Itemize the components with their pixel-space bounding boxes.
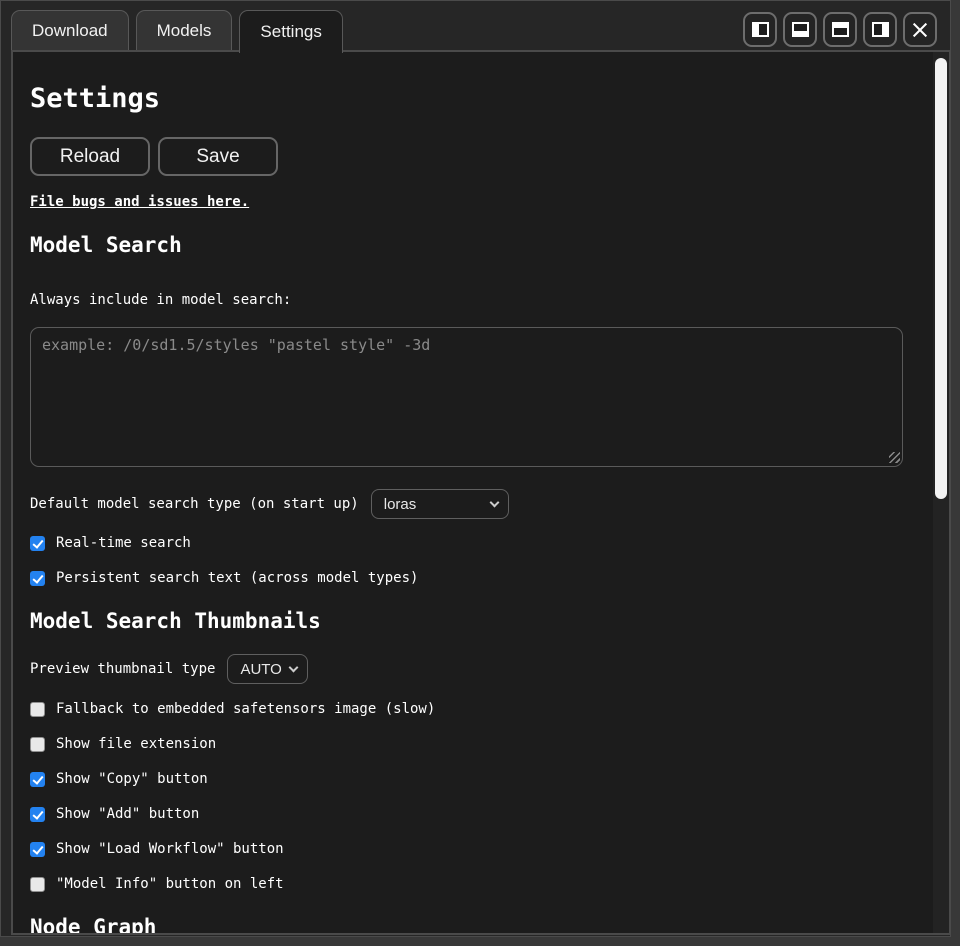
dock-bottom-button[interactable] [783, 12, 817, 47]
checkbox-row-realtime-search: Real-time search [30, 536, 903, 551]
chevron-down-icon [489, 497, 499, 507]
checkbox-label: Fallback to embedded safetensors image (… [56, 702, 435, 717]
dock-left-icon [752, 22, 769, 37]
always-include-textarea[interactable] [30, 327, 903, 467]
checkbox-label: "Model Info" button on left [56, 877, 284, 892]
default-search-type-label: Default model search type (on start up) [30, 496, 359, 512]
default-search-type-select[interactable]: loras [371, 489, 509, 519]
checkbox-row-model-info-left: "Model Info" button on left [30, 877, 903, 892]
tab-models[interactable]: Models [136, 10, 233, 50]
persistent-search-checkbox[interactable] [30, 571, 45, 586]
checkbox-row-show-add-button: Show "Add" button [30, 807, 903, 822]
show-add-button-checkbox[interactable] [30, 807, 45, 822]
scrollbar-track[interactable] [933, 52, 949, 933]
show-file-extension-checkbox[interactable] [30, 737, 45, 752]
issues-link[interactable]: File bugs and issues here. [30, 194, 249, 210]
reload-button[interactable]: Reload [30, 137, 150, 176]
section-heading-thumbnails: Model Search Thumbnails [30, 609, 903, 633]
scrollbar-thumb[interactable] [935, 58, 947, 499]
resize-grip-icon[interactable] [889, 452, 900, 463]
show-load-workflow-checkbox[interactable] [30, 842, 45, 857]
default-search-type-value: loras [384, 496, 417, 513]
settings-panel: Settings Reload Save File bugs and issue… [11, 50, 951, 935]
action-buttons: Reload Save [30, 137, 903, 176]
preview-thumbnail-type-label: Preview thumbnail type [30, 661, 215, 677]
always-include-label: Always include in model search: [30, 293, 903, 308]
checkbox-label: Real-time search [56, 536, 191, 551]
checkbox-label: Show "Add" button [56, 807, 199, 822]
settings-content: Settings Reload Save File bugs and issue… [13, 52, 949, 935]
show-copy-button-checkbox[interactable] [30, 772, 45, 787]
always-include-field [30, 327, 903, 467]
realtime-search-checkbox[interactable] [30, 536, 45, 551]
dock-right-button[interactable] [863, 12, 897, 47]
close-button[interactable] [903, 12, 937, 47]
checkbox-label: Persistent search text (across model typ… [56, 571, 418, 586]
checkbox-label: Show "Copy" button [56, 772, 208, 787]
dock-right-icon [872, 22, 889, 37]
checkbox-label: Show "Load Workflow" button [56, 842, 284, 857]
checkbox-row-show-file-extension: Show file extension [30, 737, 903, 752]
checkbox-row-fallback-safetensors: Fallback to embedded safetensors image (… [30, 702, 903, 717]
checkbox-label: Show file extension [56, 737, 216, 752]
preview-thumbnail-type-select[interactable]: AUTO [227, 654, 308, 684]
save-button[interactable]: Save [158, 137, 278, 176]
window-controls [743, 12, 937, 47]
dock-top-icon [832, 22, 849, 37]
default-search-type-row: Default model search type (on start up) … [30, 489, 903, 519]
chevron-down-icon [289, 662, 299, 672]
section-heading-node-graph: Node Graph [30, 915, 903, 935]
page-title: Settings [30, 84, 903, 114]
preview-thumbnail-type-row: Preview thumbnail type AUTO [30, 654, 903, 684]
close-icon [911, 21, 929, 39]
dock-left-button[interactable] [743, 12, 777, 47]
tab-settings[interactable]: Settings [239, 10, 342, 53]
fallback-safetensors-checkbox[interactable] [30, 702, 45, 717]
checkbox-row-persistent-search: Persistent search text (across model typ… [30, 571, 903, 586]
checkbox-row-show-copy-button: Show "Copy" button [30, 772, 903, 787]
tab-bar: Download Models Settings [11, 10, 343, 53]
model-info-left-checkbox[interactable] [30, 877, 45, 892]
checkbox-row-show-load-workflow-button: Show "Load Workflow" button [30, 842, 903, 857]
dock-bottom-icon [792, 22, 809, 37]
preview-thumbnail-type-value: AUTO [240, 661, 281, 678]
tab-download[interactable]: Download [11, 10, 129, 50]
model-manager-dialog: Download Models Settings Settings Reload… [0, 0, 951, 937]
dock-top-button[interactable] [823, 12, 857, 47]
section-heading-model-search: Model Search [30, 233, 903, 257]
